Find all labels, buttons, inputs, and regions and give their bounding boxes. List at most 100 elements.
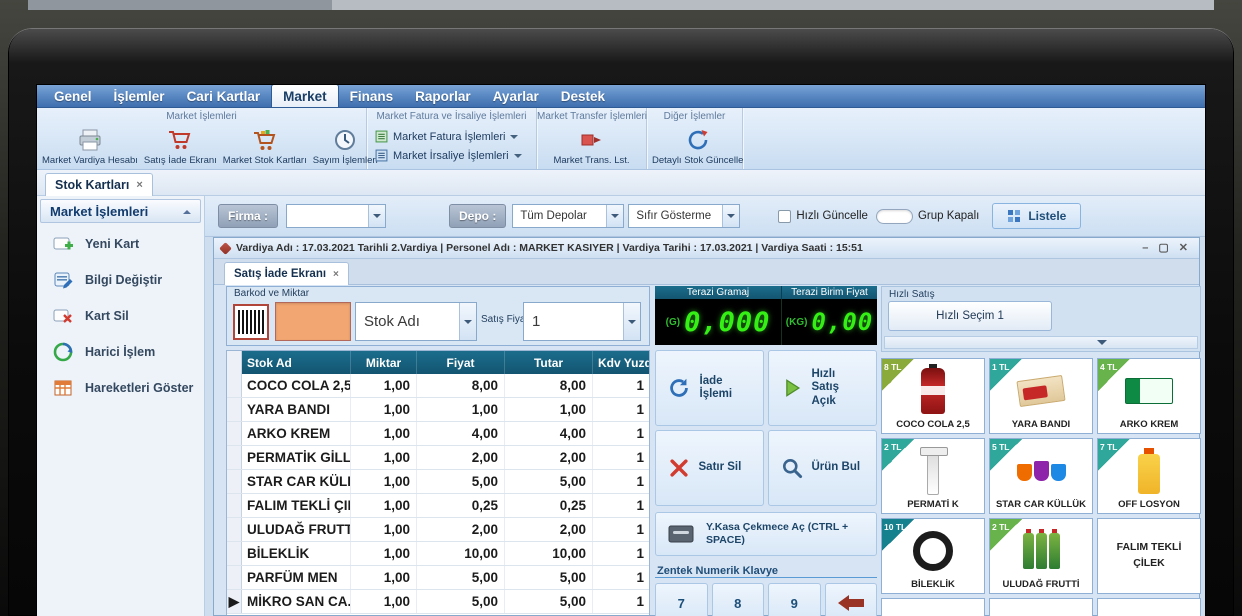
stok-adi-combo[interactable]: Stok Adı xyxy=(355,302,477,341)
sidebar-header[interactable]: Market İşlemleri xyxy=(40,199,201,223)
ribbon-market-trans-lst[interactable]: Market Trans. Lst. xyxy=(550,124,632,168)
sidebar-item-hareketleri-goster[interactable]: Hareketleri Göster xyxy=(37,370,204,406)
backspace-arrow-icon xyxy=(838,595,864,611)
product-card-empty[interactable] xyxy=(1097,598,1201,616)
dropdown-button[interactable] xyxy=(606,205,623,227)
menu-islemler[interactable]: İşlemler xyxy=(103,85,176,107)
sales-table: Stok Ad Miktar Fiyat Tutar Kdv Yuzde COC… xyxy=(226,350,650,615)
sidebar-item-bilgi-degistir[interactable]: Bilgi Değiştir xyxy=(37,262,204,298)
product-card-falim-tekli-cilek[interactable]: FALIM TEKLİ ÇİLEK xyxy=(1097,518,1201,594)
numpad-key-9[interactable]: 9 xyxy=(768,583,821,616)
sidebar-item-yeni-kart[interactable]: Yeni Kart xyxy=(37,226,204,262)
sidebar: Market İşlemleri Yeni Kart Bilgi Değişti… xyxy=(37,196,205,616)
table-row[interactable]: COCO COLA 2,5 ...1,008,008,001 xyxy=(227,374,649,398)
table-row[interactable]: ARKO KREM1,004,004,001 xyxy=(227,422,649,446)
inner-tab-bar: Satış İade Ekranı × xyxy=(214,259,1199,285)
hizli-secim-1-button[interactable]: Hızlı Seçim 1 xyxy=(888,301,1052,331)
close-icon[interactable]: ✕ xyxy=(1179,243,1188,254)
product-badge-0: 8 TL xyxy=(882,359,914,391)
dropdown-button[interactable] xyxy=(722,205,739,227)
cell-tutar: 5,00 xyxy=(505,470,593,493)
product-card-uludag-frutti[interactable]: 2 TL ULUDAĞ FRUTTİ xyxy=(989,518,1093,594)
tab-stok-kartlari[interactable]: Stok Kartları × xyxy=(45,173,153,196)
ribbon-market-stok-kartlari[interactable]: Market Stok Kartları xyxy=(220,124,310,168)
tab-close-icon[interactable]: × xyxy=(333,269,339,280)
ribbon-group-diger: Diğer İşlemler Detaylı Stok Güncelle xyxy=(647,108,743,169)
product-badge-4: 5 TL xyxy=(990,439,1022,471)
minimize-icon[interactable]: – xyxy=(1142,243,1148,254)
cell-kdv: 1 xyxy=(593,374,650,397)
page-top-strip xyxy=(28,0,1214,10)
tab-close-icon[interactable]: × xyxy=(136,179,142,191)
ribbon-market-fatura-islemleri[interactable]: Market Fatura İşlemleri xyxy=(375,130,518,143)
cell-kdv: 1 xyxy=(593,470,650,493)
row-selector xyxy=(227,374,242,397)
ykasa-cekmece-ac-button[interactable]: Y.Kasa Çekmece Aç (CTRL + SPACE) xyxy=(655,512,877,556)
quick-sale-scroll-strip[interactable] xyxy=(884,336,1198,349)
scale-led-displays: (G) 0,000 (KG) 0,00 xyxy=(655,299,877,345)
table-row[interactable]: BİLEKLİK1,0010,0010,001 xyxy=(227,542,649,566)
ribbon-group-title: Market Transfer İşlemleri xyxy=(537,110,646,123)
cell-kdv: 1 xyxy=(593,446,650,469)
product-image-arko-krem xyxy=(1125,378,1173,404)
dropdown-button[interactable] xyxy=(368,205,385,227)
listele-button[interactable]: Listele xyxy=(992,203,1081,229)
table-row[interactable]: ULUDAĞ FRUTTİ...1,002,002,001 xyxy=(227,518,649,542)
product-card-off-losyon[interactable]: 7 TL OFF LOSYON xyxy=(1097,438,1201,514)
hizli-satis-acik-button[interactable]: Hızlı Satış Açık xyxy=(768,350,877,426)
dropdown-button[interactable] xyxy=(459,303,476,340)
product-card-arko-krem[interactable]: 4 TL ARKO KREM xyxy=(1097,358,1201,434)
window-titlebar[interactable]: Vardiya Adı : 17.03.2021 Tarihli 2.Vardi… xyxy=(214,238,1199,259)
product-card-empty[interactable] xyxy=(989,598,1093,616)
product-card-coco-cola[interactable]: 8 TL COCO COLA 2,5 xyxy=(881,358,985,434)
numpad-key-7[interactable]: 7 xyxy=(655,583,708,616)
gramaj-value: 0,000 xyxy=(684,307,770,338)
ribbon-detayli-stok-guncelle[interactable]: Detaylı Stok Güncelle xyxy=(649,124,746,168)
product-card-star-car-kulluk[interactable]: 5 TL STAR CAR KÜLLÜK xyxy=(989,438,1093,514)
invoice-list-icon xyxy=(375,130,388,143)
hizli-guncelle-checkbox[interactable] xyxy=(778,210,791,223)
depo-combo[interactable]: Tüm Depolar xyxy=(512,204,624,228)
table-row[interactable]: PERMATİK GİLL...1,002,002,001 xyxy=(227,446,649,470)
product-card-empty[interactable] xyxy=(881,598,985,616)
menu-genel[interactable]: Genel xyxy=(43,85,103,107)
sidebar-item-harici-islem[interactable]: Harici İşlem xyxy=(37,334,204,370)
satir-sil-button[interactable]: Satır Sil xyxy=(655,430,764,506)
menu-raporlar[interactable]: Raporlar xyxy=(404,85,482,107)
satis-fiyat-combo[interactable]: 1 xyxy=(523,302,641,341)
menu-ayarlar[interactable]: Ayarlar xyxy=(482,85,550,107)
table-row[interactable]: PARFÜM MEN1,005,005,001 xyxy=(227,566,649,590)
ribbon-market-irsaliye-islemleri[interactable]: Market İrsaliye İşlemleri xyxy=(375,149,522,162)
listele-label: Listele xyxy=(1028,209,1066,223)
iade-islemi-button[interactable]: İade İşlemi xyxy=(655,350,764,426)
table-row[interactable]: STAR CAR KÜLL...1,005,005,001 xyxy=(227,470,649,494)
cell-kdv: 1 xyxy=(593,542,650,565)
sifir-gosterme-combo[interactable]: Sıfır Gösterme xyxy=(628,204,740,228)
menu-finans[interactable]: Finans xyxy=(339,85,405,107)
sidebar-item-kart-sil[interactable]: Kart Sil xyxy=(37,298,204,334)
product-card-bileklik[interactable]: 10 TL BİLEKLİK xyxy=(881,518,985,594)
firma-combo[interactable] xyxy=(286,204,386,228)
barkod-ve-miktar-panel: Barkod ve Miktar Stok Adı Satış Fiyat 1 xyxy=(226,286,650,346)
ribbon-satis-iade-ekrani[interactable]: Satış İade Ekranı xyxy=(141,124,220,168)
numpad-backspace-key[interactable] xyxy=(825,583,878,616)
table-row[interactable]: YARA BANDI1,001,001,001 xyxy=(227,398,649,422)
barcode-input[interactable] xyxy=(275,302,351,341)
cell-stok-ad: ULUDAĞ FRUTTİ... xyxy=(242,518,351,541)
maximize-icon[interactable]: ▢ xyxy=(1158,243,1168,254)
tab-satis-iade-ekrani[interactable]: Satış İade Ekranı × xyxy=(224,262,349,285)
product-card-yara-bandi[interactable]: 1 TL YARA BANDI xyxy=(989,358,1093,434)
urun-bul-button[interactable]: Ürün Bul xyxy=(768,430,877,506)
numpad-key-8[interactable]: 8 xyxy=(712,583,765,616)
cell-stok-ad: ARKO KREM xyxy=(242,422,351,445)
grup-toggle[interactable] xyxy=(876,209,913,224)
table-row[interactable]: FALIM TEKLİ ÇIL...1,000,250,251 xyxy=(227,494,649,518)
menu-cari-kartlar[interactable]: Cari Kartlar xyxy=(176,85,272,107)
menu-market[interactable]: Market xyxy=(271,85,339,107)
table-row-current[interactable]: ▶MİKRO SAN CA...1,005,005,001 xyxy=(227,590,649,614)
dropdown-button[interactable] xyxy=(623,303,640,340)
menu-destek[interactable]: Destek xyxy=(550,85,616,107)
chevron-down-icon xyxy=(514,154,522,162)
ribbon-market-vardiya-hesabi[interactable]: Market Vardiya Hesabı xyxy=(39,124,141,168)
product-card-permatik[interactable]: 2 TL PERMATİ K xyxy=(881,438,985,514)
